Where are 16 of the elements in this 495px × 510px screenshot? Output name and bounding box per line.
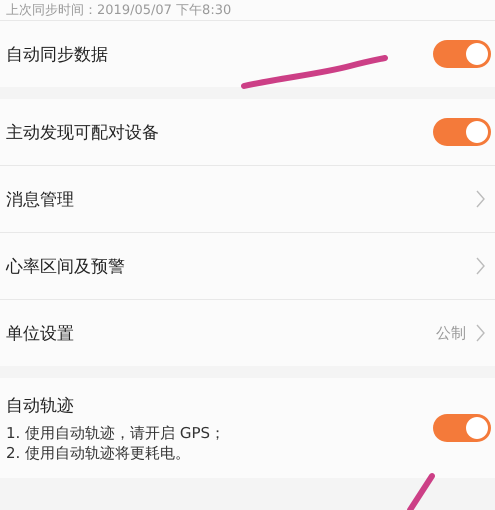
setting-description: 2. 使用自动轨迹将更耗电。 <box>6 442 192 462</box>
chevron-right-icon[interactable] <box>476 324 485 342</box>
setting-label: 单位设置 <box>6 322 74 344</box>
setting-label: 自动轨迹 <box>6 394 75 416</box>
toggle-switch[interactable] <box>433 414 491 442</box>
sync-time-text: 上次同步时间：2019/05/07 下午8:30 <box>6 2 232 19</box>
setting-label: 自动同步数据 <box>6 44 108 66</box>
setting-label: 心率区间及预警 <box>6 256 125 278</box>
toggle-switch[interactable] <box>433 118 491 146</box>
toggle-switch[interactable] <box>433 40 491 68</box>
setting-label: 主动发现可配对设备 <box>6 122 159 144</box>
setting-value: 公制 <box>436 324 466 342</box>
chevron-right-icon[interactable] <box>476 190 485 208</box>
chevron-right-icon[interactable] <box>476 257 485 275</box>
setting-description: 1. 使用自动轨迹，请开启 GPS； <box>6 422 226 442</box>
setting-label: 消息管理 <box>6 188 74 210</box>
